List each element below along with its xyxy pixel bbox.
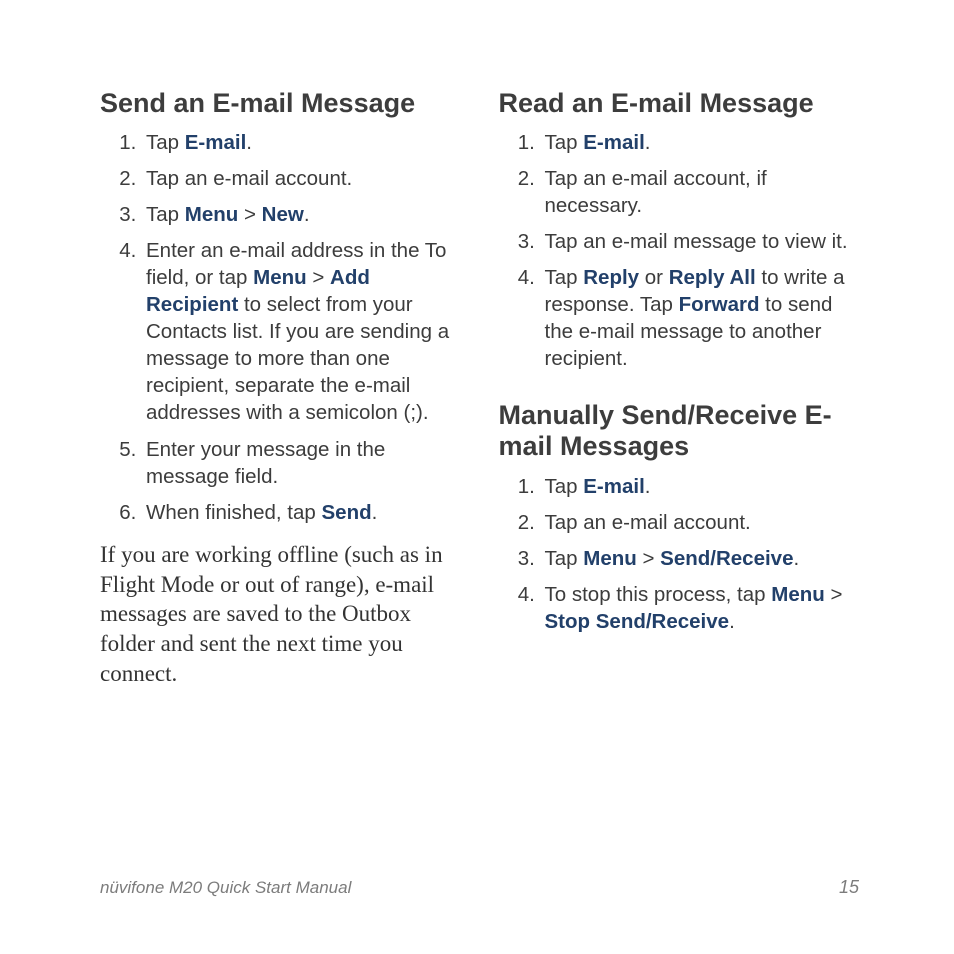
step-item: Tap Menu > New.	[142, 201, 461, 228]
read-email-heading: Read an E-mail Message	[499, 88, 860, 119]
ui-term: Menu	[185, 203, 239, 226]
ui-term: E-mail	[185, 131, 247, 154]
send-email-steps: Tap E-mail. Tap an e-mail account. Tap Men…	[100, 129, 461, 526]
ui-term: Menu	[583, 547, 637, 570]
send-email-heading: Send an E-mail Message	[100, 88, 461, 119]
step-item: Tap an e-mail account, if necessary.	[541, 165, 860, 219]
read-email-steps: Tap E-mail. Tap an e-mail account, if nec…	[499, 129, 860, 372]
step-item: Tap E-mail.	[541, 129, 860, 156]
step-item: Tap Reply or Reply All to write a respon…	[541, 264, 860, 372]
ui-term: Menu	[771, 583, 825, 606]
left-column: Send an E-mail Message Tap E-mail. Tap an…	[100, 88, 461, 689]
step-item: Tap an e-mail account.	[541, 509, 860, 536]
manual-sendreceive-steps: Tap E-mail. Tap an e-mail account. Tap Men…	[499, 473, 860, 635]
footer-title: nüvifone M20 Quick Start Manual	[100, 878, 351, 898]
step-item: Tap E-mail.	[541, 473, 860, 500]
ui-term: Menu	[253, 266, 307, 289]
offline-note: If you are working offline (such as in F…	[100, 540, 461, 689]
ui-term: Send	[322, 501, 372, 524]
ui-term: Reply	[583, 266, 639, 289]
step-item: To stop this process, tap Menu > Stop Se…	[541, 581, 860, 635]
step-item: When finished, tap Send.	[142, 499, 461, 526]
page-footer: nüvifone M20 Quick Start Manual 15	[100, 877, 859, 898]
ui-term: Send/Receive	[660, 547, 793, 570]
ui-term: E-mail	[583, 475, 645, 498]
right-column: Read an E-mail Message Tap E-mail. Tap an…	[499, 88, 860, 689]
ui-term: Reply All	[669, 266, 756, 289]
ui-term: Stop Send/Receive	[545, 610, 730, 633]
step-item: Enter an e-mail address in the To field,…	[142, 237, 461, 426]
ui-term: New	[262, 203, 304, 226]
step-item: Tap Menu > Send/Receive.	[541, 545, 860, 572]
page-number: 15	[839, 877, 859, 898]
step-item: Enter your message in the message field.	[142, 436, 461, 490]
ui-term: Forward	[679, 293, 760, 316]
step-item: Tap an e-mail account.	[142, 165, 461, 192]
step-item: Tap an e-mail message to view it.	[541, 228, 860, 255]
ui-term: E-mail	[583, 131, 645, 154]
manual-sendreceive-heading: Manually Send/Receive E-mail Messages	[499, 400, 860, 462]
step-item: Tap E-mail.	[142, 129, 461, 156]
page-columns: Send an E-mail Message Tap E-mail. Tap an…	[100, 88, 859, 689]
